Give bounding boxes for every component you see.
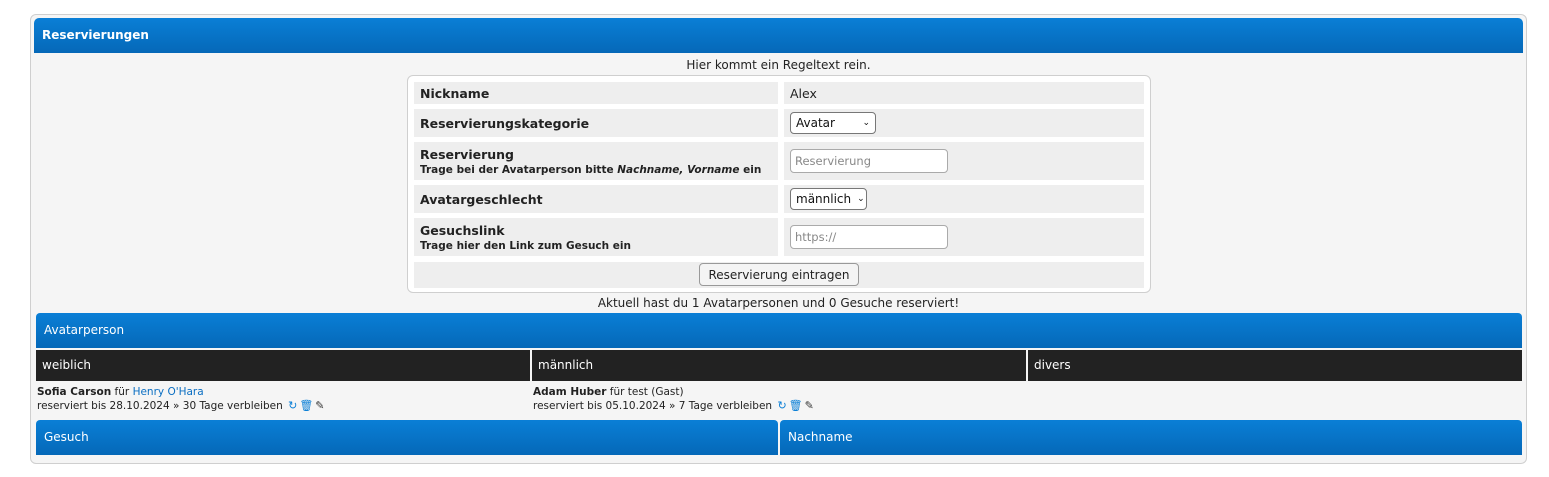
- column-header-female: weiblich: [36, 350, 530, 381]
- edit-icon[interactable]: ✎: [805, 399, 814, 413]
- nickname-label: Nickname: [414, 82, 778, 104]
- refresh-icon[interactable]: ↻: [777, 399, 786, 413]
- gender-label: Avatargeschlecht: [414, 185, 778, 213]
- chevron-down-icon: ⌄: [857, 194, 865, 204]
- gender-select[interactable]: männlich ⌄: [790, 188, 867, 210]
- reservations-panel: Reservierungen Hier kommt ein Regeltext …: [30, 14, 1527, 464]
- category-select[interactable]: Avatar ⌄: [790, 112, 876, 134]
- edit-icon[interactable]: ✎: [315, 399, 324, 413]
- reservation-form: Nickname Alex Reservierungskategorie Ava…: [407, 75, 1151, 293]
- form-row-gender: Avatargeschlecht männlich ⌄: [414, 185, 1144, 213]
- nickname-value: Alex: [784, 82, 1144, 104]
- category-selected-value: Avatar: [796, 116, 835, 130]
- form-row-submit: Reservierung eintragen: [414, 262, 1144, 288]
- column-header-male: männlich: [532, 350, 1026, 381]
- gender-selected-value: männlich: [796, 192, 852, 206]
- link-input[interactable]: [790, 225, 948, 249]
- category-label: Reservierungskategorie: [414, 109, 778, 137]
- reservation-label: Reservierung: [420, 146, 515, 162]
- reservation-entry: Sofia Carson für Henry O'Hara reserviert…: [37, 386, 325, 413]
- trash-icon[interactable]: 🗑: [789, 399, 803, 413]
- gesuch-column-header: Gesuch: [36, 420, 778, 455]
- reservation-entry: Adam Huber für test (Gast) reserviert bi…: [533, 386, 814, 413]
- form-row-category: Reservierungskategorie Avatar ⌄: [414, 109, 1144, 137]
- status-text: Aktuell hast du 1 Avatarpersonen und 0 G…: [597, 296, 960, 310]
- submit-reservation-button[interactable]: Reservierung eintragen: [699, 263, 859, 286]
- user-link[interactable]: Henry O'Hara: [133, 386, 204, 398]
- rules-text: Hier kommt ein Regeltext rein.: [686, 58, 871, 72]
- form-row-reservation: Reservierung Trage bei der Avatarperson …: [414, 142, 1144, 180]
- link-hint: Trage hier den Link zum Gesuch ein: [420, 239, 631, 252]
- panel-title: Reservierungen: [34, 18, 1523, 53]
- reserved-until: reserviert bis 28.10.2024 » 30 Tage verb…: [37, 400, 283, 412]
- form-row-nickname: Nickname Alex: [414, 82, 1144, 104]
- avatar-section-title: Avatarperson: [36, 313, 1522, 348]
- chevron-down-icon: ⌄: [862, 118, 870, 128]
- form-row-link: Gesuchslink Trage hier den Link zum Gesu…: [414, 218, 1144, 256]
- reservation-hint: Trage bei der Avatarperson bitte Nachnam…: [420, 163, 762, 176]
- link-label: Gesuchslink: [420, 222, 505, 238]
- avatar-name: Sofia Carson: [37, 386, 112, 398]
- column-header-diverse: divers: [1028, 350, 1522, 381]
- trash-icon[interactable]: 🗑: [299, 399, 313, 413]
- reservation-input[interactable]: [790, 149, 948, 173]
- user-name: test (Gast): [627, 386, 684, 398]
- avatar-name: Adam Huber: [533, 386, 607, 398]
- reserved-until: reserviert bis 05.10.2024 » 7 Tage verbl…: [533, 400, 773, 412]
- refresh-icon[interactable]: ↻: [288, 399, 297, 413]
- nachname-column-header: Nachname: [780, 420, 1522, 455]
